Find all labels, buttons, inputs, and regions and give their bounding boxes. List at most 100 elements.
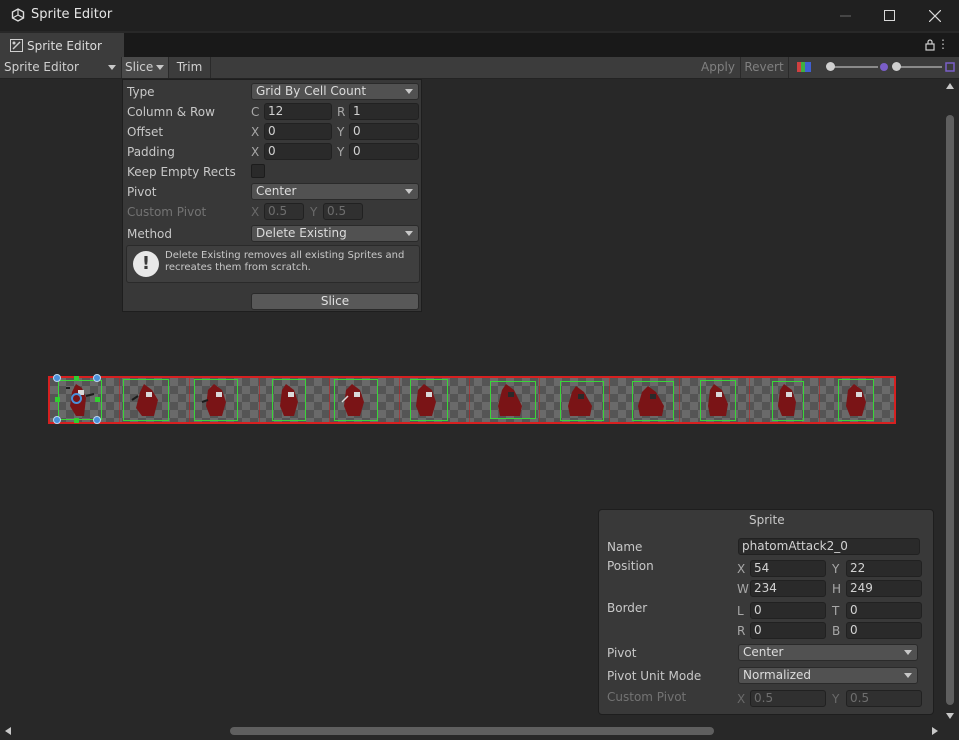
sprite-figure bbox=[498, 384, 522, 416]
more-options-icon[interactable]: ⋮ bbox=[937, 37, 949, 51]
horizontal-scrollbar[interactable] bbox=[0, 723, 943, 740]
padding-x-field[interactable]: 0 bbox=[264, 143, 332, 160]
mipmap-icon bbox=[880, 63, 888, 71]
minimize-icon bbox=[839, 15, 851, 17]
help-box: ! Delete Existing removes all existing S… bbox=[126, 245, 420, 283]
method-dropdown[interactable]: Delete Existing bbox=[251, 225, 419, 242]
r-axis-label: R bbox=[337, 105, 346, 119]
trim-button[interactable]: Trim bbox=[168, 57, 211, 78]
vertical-scroll-thumb[interactable] bbox=[946, 115, 954, 705]
width-field[interactable]: 234 bbox=[750, 580, 826, 597]
title-bar: Sprite Editor bbox=[0, 0, 959, 31]
row-count-field[interactable]: 1 bbox=[349, 103, 419, 120]
border-r-axis: R bbox=[737, 624, 746, 638]
tab-label: Sprite Editor bbox=[27, 39, 102, 53]
trim-label: Trim bbox=[176, 60, 203, 74]
border-t-field[interactable]: 0 bbox=[846, 602, 922, 619]
pivot-unit-mode-dropdown[interactable]: Normalized bbox=[738, 667, 918, 684]
sprite-figure bbox=[708, 384, 728, 416]
padding-label: Padding bbox=[127, 145, 175, 159]
scroll-right-icon[interactable] bbox=[932, 727, 938, 735]
border-l-field[interactable]: 0 bbox=[750, 602, 826, 619]
resize-handle-bottom-right[interactable] bbox=[93, 416, 101, 424]
resize-handle-right[interactable] bbox=[95, 397, 100, 402]
sprite-name-field[interactable]: phatomAttack2_0 bbox=[738, 538, 920, 555]
column-count-field[interactable]: 12 bbox=[264, 103, 332, 120]
pivot-dropdown-value: Center bbox=[256, 184, 297, 198]
sprite-panel-header: Sprite bbox=[749, 513, 785, 527]
sprite-figure bbox=[638, 386, 664, 416]
sprite-custom-pivot-x-field[interactable]: 0.5 bbox=[750, 690, 826, 707]
sprite-figure bbox=[778, 384, 796, 416]
exclamation-icon: ! bbox=[133, 251, 159, 277]
type-dropdown-value: Grid By Cell Count bbox=[256, 84, 367, 98]
slice-panel: Type Grid By Cell Count Column & Row C 1… bbox=[122, 79, 422, 312]
custom-pivot-x-field[interactable]: 0.5 bbox=[264, 203, 304, 220]
resize-handle-left[interactable] bbox=[55, 397, 60, 402]
resize-handle-bottom-left[interactable] bbox=[53, 416, 61, 424]
position-x-field[interactable]: 54 bbox=[750, 560, 826, 577]
type-dropdown[interactable]: Grid By Cell Count bbox=[251, 83, 419, 100]
maximize-button[interactable] bbox=[866, 0, 912, 31]
border-t-axis: T bbox=[832, 604, 840, 618]
revert-label: Revert bbox=[744, 60, 784, 74]
resize-handle-bottom[interactable] bbox=[74, 418, 79, 423]
lock-icon[interactable] bbox=[925, 39, 935, 51]
border-label: Border bbox=[607, 601, 648, 615]
unity-icon bbox=[11, 8, 25, 22]
sprite-custom-pivot-x-axis: X bbox=[737, 692, 746, 706]
keep-empty-rects-checkbox[interactable] bbox=[251, 164, 265, 178]
resize-handle-top[interactable] bbox=[74, 376, 79, 381]
pivot-unit-mode-value: Normalized bbox=[743, 668, 812, 682]
resize-handle-top-right[interactable] bbox=[93, 374, 101, 382]
tab-sprite-editor[interactable]: Sprite Editor bbox=[0, 33, 124, 58]
apply-label: Apply bbox=[701, 60, 735, 74]
custom-pivot-x-axis: X bbox=[251, 205, 260, 219]
scroll-left-icon[interactable] bbox=[5, 727, 11, 735]
mip-level-slider-thumb[interactable] bbox=[892, 62, 901, 71]
column-row-label: Column & Row bbox=[127, 105, 215, 119]
border-b-field[interactable]: 0 bbox=[846, 622, 922, 639]
offset-x-axis: X bbox=[251, 125, 260, 139]
mip-level-slider[interactable] bbox=[892, 57, 942, 78]
sprite-figure bbox=[341, 384, 364, 416]
minimize-button[interactable] bbox=[822, 0, 868, 31]
padding-y-axis: Y bbox=[337, 145, 345, 159]
padding-y-field[interactable]: 0 bbox=[349, 143, 419, 160]
scroll-down-icon[interactable] bbox=[946, 713, 954, 719]
height-field[interactable]: 249 bbox=[846, 580, 922, 597]
vertical-scrollbar[interactable] bbox=[943, 79, 959, 723]
chevron-down-icon bbox=[904, 650, 912, 655]
sprite-pivot-value: Center bbox=[743, 645, 784, 659]
chevron-down-icon bbox=[405, 89, 413, 94]
horizontal-scroll-thumb[interactable] bbox=[230, 727, 714, 735]
slice-menu-button[interactable]: Slice bbox=[121, 57, 168, 78]
apply-button[interactable]: Apply bbox=[698, 57, 738, 78]
border-l-axis: L bbox=[737, 604, 744, 618]
custom-pivot-y-field[interactable]: 0.5 bbox=[323, 203, 363, 220]
pivot-handle[interactable] bbox=[71, 393, 82, 404]
sprite-pivot-dropdown[interactable]: Center bbox=[738, 644, 918, 661]
color-channel-toggle[interactable] bbox=[788, 57, 818, 78]
position-y-field[interactable]: 22 bbox=[846, 560, 922, 577]
resize-handle-top-left[interactable] bbox=[53, 374, 61, 382]
name-label: Name bbox=[607, 540, 643, 554]
pivot-dropdown[interactable]: Center bbox=[251, 183, 419, 200]
custom-pivot-label: Custom Pivot bbox=[127, 205, 207, 219]
scroll-up-icon[interactable] bbox=[946, 83, 954, 89]
sprite-custom-pivot-label: Custom Pivot bbox=[607, 690, 687, 704]
alpha-slider-thumb[interactable] bbox=[826, 62, 835, 71]
sprite-custom-pivot-y-field[interactable]: 0.5 bbox=[846, 690, 922, 707]
border-r-field[interactable]: 0 bbox=[750, 622, 826, 639]
sprite-figure bbox=[201, 384, 226, 416]
sprite-figure bbox=[131, 384, 158, 416]
close-button[interactable] bbox=[912, 0, 958, 31]
offset-x-field[interactable]: 0 bbox=[264, 123, 332, 140]
revert-button[interactable]: Revert bbox=[740, 57, 787, 78]
slice-button[interactable]: Slice bbox=[251, 293, 419, 310]
mipmap-large-icon bbox=[945, 62, 955, 72]
alpha-slider[interactable] bbox=[826, 57, 878, 78]
offset-y-field[interactable]: 0 bbox=[349, 123, 419, 140]
pivot-label: Pivot bbox=[127, 185, 157, 199]
mode-dropdown[interactable]: Sprite Editor bbox=[0, 57, 121, 78]
